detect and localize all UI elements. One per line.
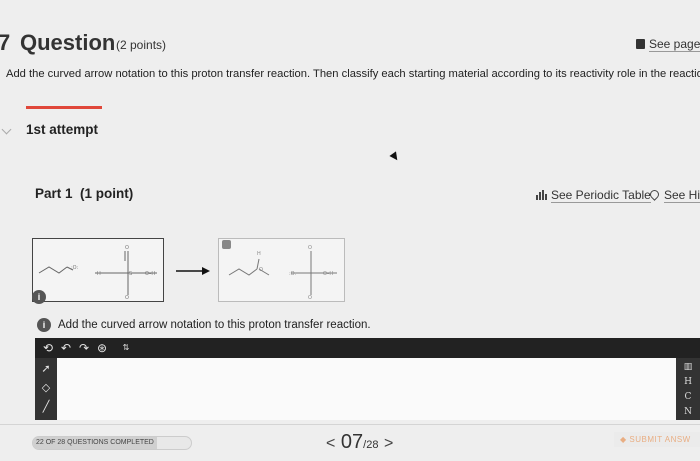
mouse-cursor-icon [389, 151, 401, 163]
current-page: 07 [340, 431, 364, 453]
periodic-table-icon[interactable]: ▥ [676, 360, 700, 374]
attempt-tab-indicator [26, 106, 102, 109]
element-toolbar: ▥ H C N [676, 358, 700, 420]
element-c-button[interactable]: C [676, 390, 700, 404]
total-pages: /28 [363, 439, 379, 451]
question-title: Question [20, 30, 116, 55]
part-label: Part 1 [35, 186, 73, 201]
starting-materials-structure: :O: H O S O O–H [38, 245, 157, 301]
redo-icon[interactable]: ↷ [77, 338, 91, 358]
svg-text:O: O [259, 267, 263, 273]
next-question-button[interactable]: > [384, 435, 393, 452]
see-page-link[interactable]: See page [636, 37, 700, 52]
info-icon[interactable]: i [32, 290, 46, 304]
submit-answer-button[interactable]: ◆ SUBMIT ANSW [614, 432, 700, 447]
svg-text:H: H [257, 251, 261, 257]
drawing-canvas[interactable] [35, 358, 700, 420]
svg-text:O–H: O–H [145, 271, 155, 277]
question-pager: < 07/28 > [326, 431, 393, 454]
progress-bar: 22 OF 28 QUESTIONS COMPLETED [32, 436, 192, 450]
svg-text::O:: :O: [289, 271, 297, 277]
zoom-icon[interactable]: ⊛ [95, 338, 109, 358]
products-box: H O :O: O O O–H [218, 238, 345, 302]
reaction-instruction: Add the curved arrow notation to this pr… [58, 319, 371, 331]
pointer-icon[interactable]: ➚ [35, 360, 57, 378]
svg-text:O–H: O–H [323, 271, 333, 277]
template-icon[interactable]: ⇅ [117, 338, 135, 358]
submit-label: SUBMIT ANSW [629, 435, 691, 444]
question-points: (2 points) [116, 38, 167, 52]
svg-text:O: O [125, 245, 129, 251]
document-icon [636, 39, 645, 49]
svg-text:S: S [129, 271, 132, 277]
svg-text::O:: :O: [71, 265, 79, 271]
question-number: 7 [0, 30, 11, 55]
svg-text:O: O [125, 295, 129, 300]
starting-materials-box[interactable]: :O: H O S O O–H [32, 238, 164, 302]
select-icon[interactable]: ⟲ [41, 338, 55, 358]
left-toolbar: ➚ ◇ ╱ [35, 358, 57, 420]
progress-label: 22 OF 28 QUESTIONS COMPLETED [36, 439, 154, 446]
reaction-arrow-icon [176, 267, 210, 275]
question-instruction: Add the curved arrow notation to this pr… [6, 68, 700, 80]
drawing-toolbar: ⟲ ↶ ↷ ⊛ ⇅ [35, 338, 700, 358]
undo-icon[interactable]: ↶ [59, 338, 73, 358]
chevron-down-icon[interactable] [1, 124, 12, 135]
svg-text:H: H [97, 271, 101, 277]
eraser-icon[interactable]: ◇ [35, 379, 57, 397]
previous-question-button[interactable]: < [326, 435, 335, 452]
footer-divider [0, 424, 700, 425]
svg-text:O: O [308, 295, 312, 300]
info-icon: i [37, 318, 51, 332]
element-n-button[interactable]: N [676, 405, 700, 419]
lock-icon [222, 240, 231, 249]
svg-text:O: O [308, 245, 312, 251]
products-structure: H O :O: O O O–H [228, 245, 337, 301]
periodic-table-label: See Periodic Table [551, 188, 651, 203]
see-periodic-table-link[interactable]: See Periodic Table [536, 188, 651, 203]
see-hint-link[interactable]: See Hint [648, 188, 700, 203]
hint-label: See Hint [664, 188, 700, 203]
submit-icon: ◆ [620, 435, 630, 444]
bond-icon[interactable]: ╱ [35, 398, 57, 416]
hint-icon [648, 188, 661, 201]
part-points: (1 point) [80, 186, 134, 201]
part-title: Part 1 (1 point) [35, 186, 133, 201]
element-h-button[interactable]: H [676, 375, 700, 389]
attempt-tab[interactable]: 1st attempt [26, 122, 98, 137]
bar-chart-icon [536, 190, 547, 200]
see-page-label: See page [649, 37, 700, 52]
